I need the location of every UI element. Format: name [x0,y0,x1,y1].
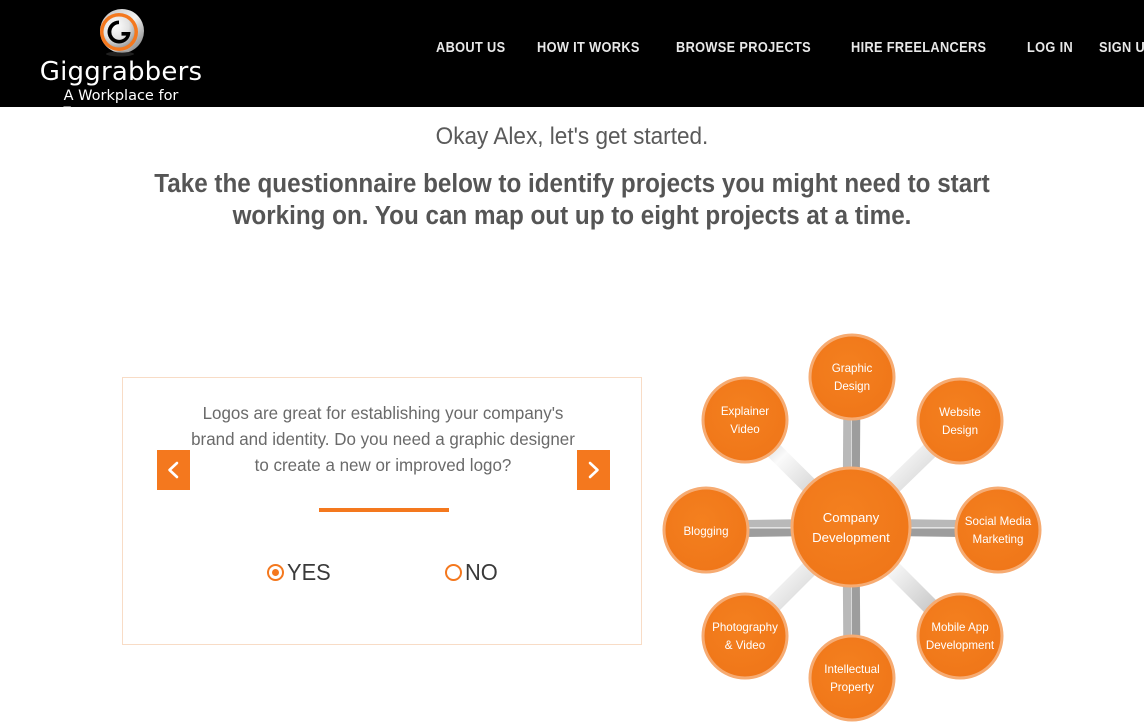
nav-item-sign-up[interactable]: SIGN UP [1099,40,1144,56]
question-underline [319,508,449,512]
mindmap-node-explainer-video-line1: Explainer [721,405,769,418]
answer-label-yes: YES [286,559,331,585]
radio-no-icon[interactable] [444,564,462,581]
nav-item-about-us[interactable]: ABOUT US [436,40,505,56]
mindmap-node-website-design-line2: Design [942,424,978,437]
mindmap-node-website-design[interactable]: Website Design [916,377,1004,465]
nav-item-browse-projects[interactable]: BROWSE PROJECTS [676,40,811,56]
brand-tagline: A Workplace for Entrepreneurs [14,88,228,107]
mindmap-node-explainer-video[interactable]: Explainer Video [701,376,789,464]
mindmap-node-explainer-video-line2: Video [730,423,759,436]
previous-question-button[interactable] [157,450,190,490]
site-header: Giggrabbers A Workplace for Entrepreneur… [0,0,1144,107]
instructions-text: Take the questionnaire below to identify… [154,170,990,230]
mindmap-node-intellectual-property-line1: Intellectual [824,663,879,676]
mindmap-node-photography-video-line1: Photography [712,621,778,634]
nav-item-how-it-works[interactable]: HOW IT WORKS [537,40,640,56]
answer-option-no[interactable]: NO [444,559,500,585]
mindmap-node-photography-video[interactable]: Photography & Video [701,592,789,680]
question-text: Logos are great for establishing your co… [191,403,575,475]
mindmap-center-label-line2: Development [812,530,890,545]
chevron-left-icon [168,461,179,479]
mindmap-node-social-media-marketing-line1: Social Media [965,515,1032,528]
mindmap-node-company-development[interactable]: Company Development [790,466,912,588]
greeting-text: Okay Alex, let's get started. [435,123,709,150]
next-question-button[interactable] [577,450,610,490]
mindmap-node-graphic-design-line1: Graphic [832,362,873,375]
nav-item-log-in[interactable]: LOG IN [1027,40,1073,56]
main-navigation: ABOUT US HOW IT WORKS BROWSE PROJECTS HI… [436,40,1144,56]
mindmap-node-mobile-app-development[interactable]: Mobile App Development [916,592,1004,680]
answer-label-no: NO [464,559,498,585]
mindmap-node-mobile-app-development-line1: Mobile App [931,621,988,634]
mindmap-node-blogging[interactable]: Blogging [662,486,750,574]
project-mindmap: Graphic Design Website Design Social Med… [651,330,1051,724]
questionnaire-card: Logos are great for establishing your co… [122,377,642,645]
mindmap-node-website-design-line1: Website [939,406,981,419]
brand-name: Giggrabbers [39,57,203,87]
mindmap-node-intellectual-property-line2: Property [830,681,874,694]
brand-tagline-emphasis: Entrepreneurs [62,105,180,107]
chevron-right-icon [588,461,599,479]
mindmap-node-intellectual-property[interactable]: Intellectual Property [808,634,896,722]
answer-options: YES NO [123,561,643,584]
mindmap-node-graphic-design-line2: Design [834,380,870,393]
mindmap-node-graphic-design[interactable]: Graphic Design [808,333,896,421]
brand-logo-link[interactable]: Giggrabbers A Workplace for Entrepreneur… [14,6,228,107]
mindmap-node-social-media-marketing[interactable]: Social Media Marketing [954,486,1042,574]
mindmap-center-label-line1: Company [823,510,880,525]
radio-yes-icon[interactable] [266,564,284,581]
answer-option-yes[interactable]: YES [266,559,333,585]
brand-tagline-prefix: A Workplace for [63,88,179,104]
mindmap-node-blogging-line1: Blogging [683,525,728,538]
mindmap-node-photography-video-line2: & Video [725,639,765,652]
giggrabbers-g-logo-icon [100,9,144,57]
mindmap-node-social-media-marketing-line2: Marketing [973,533,1024,546]
mindmap-node-mobile-app-development-line2: Development [926,639,995,652]
nav-item-hire-freelancers[interactable]: HIRE FREELANCERS [851,40,986,56]
